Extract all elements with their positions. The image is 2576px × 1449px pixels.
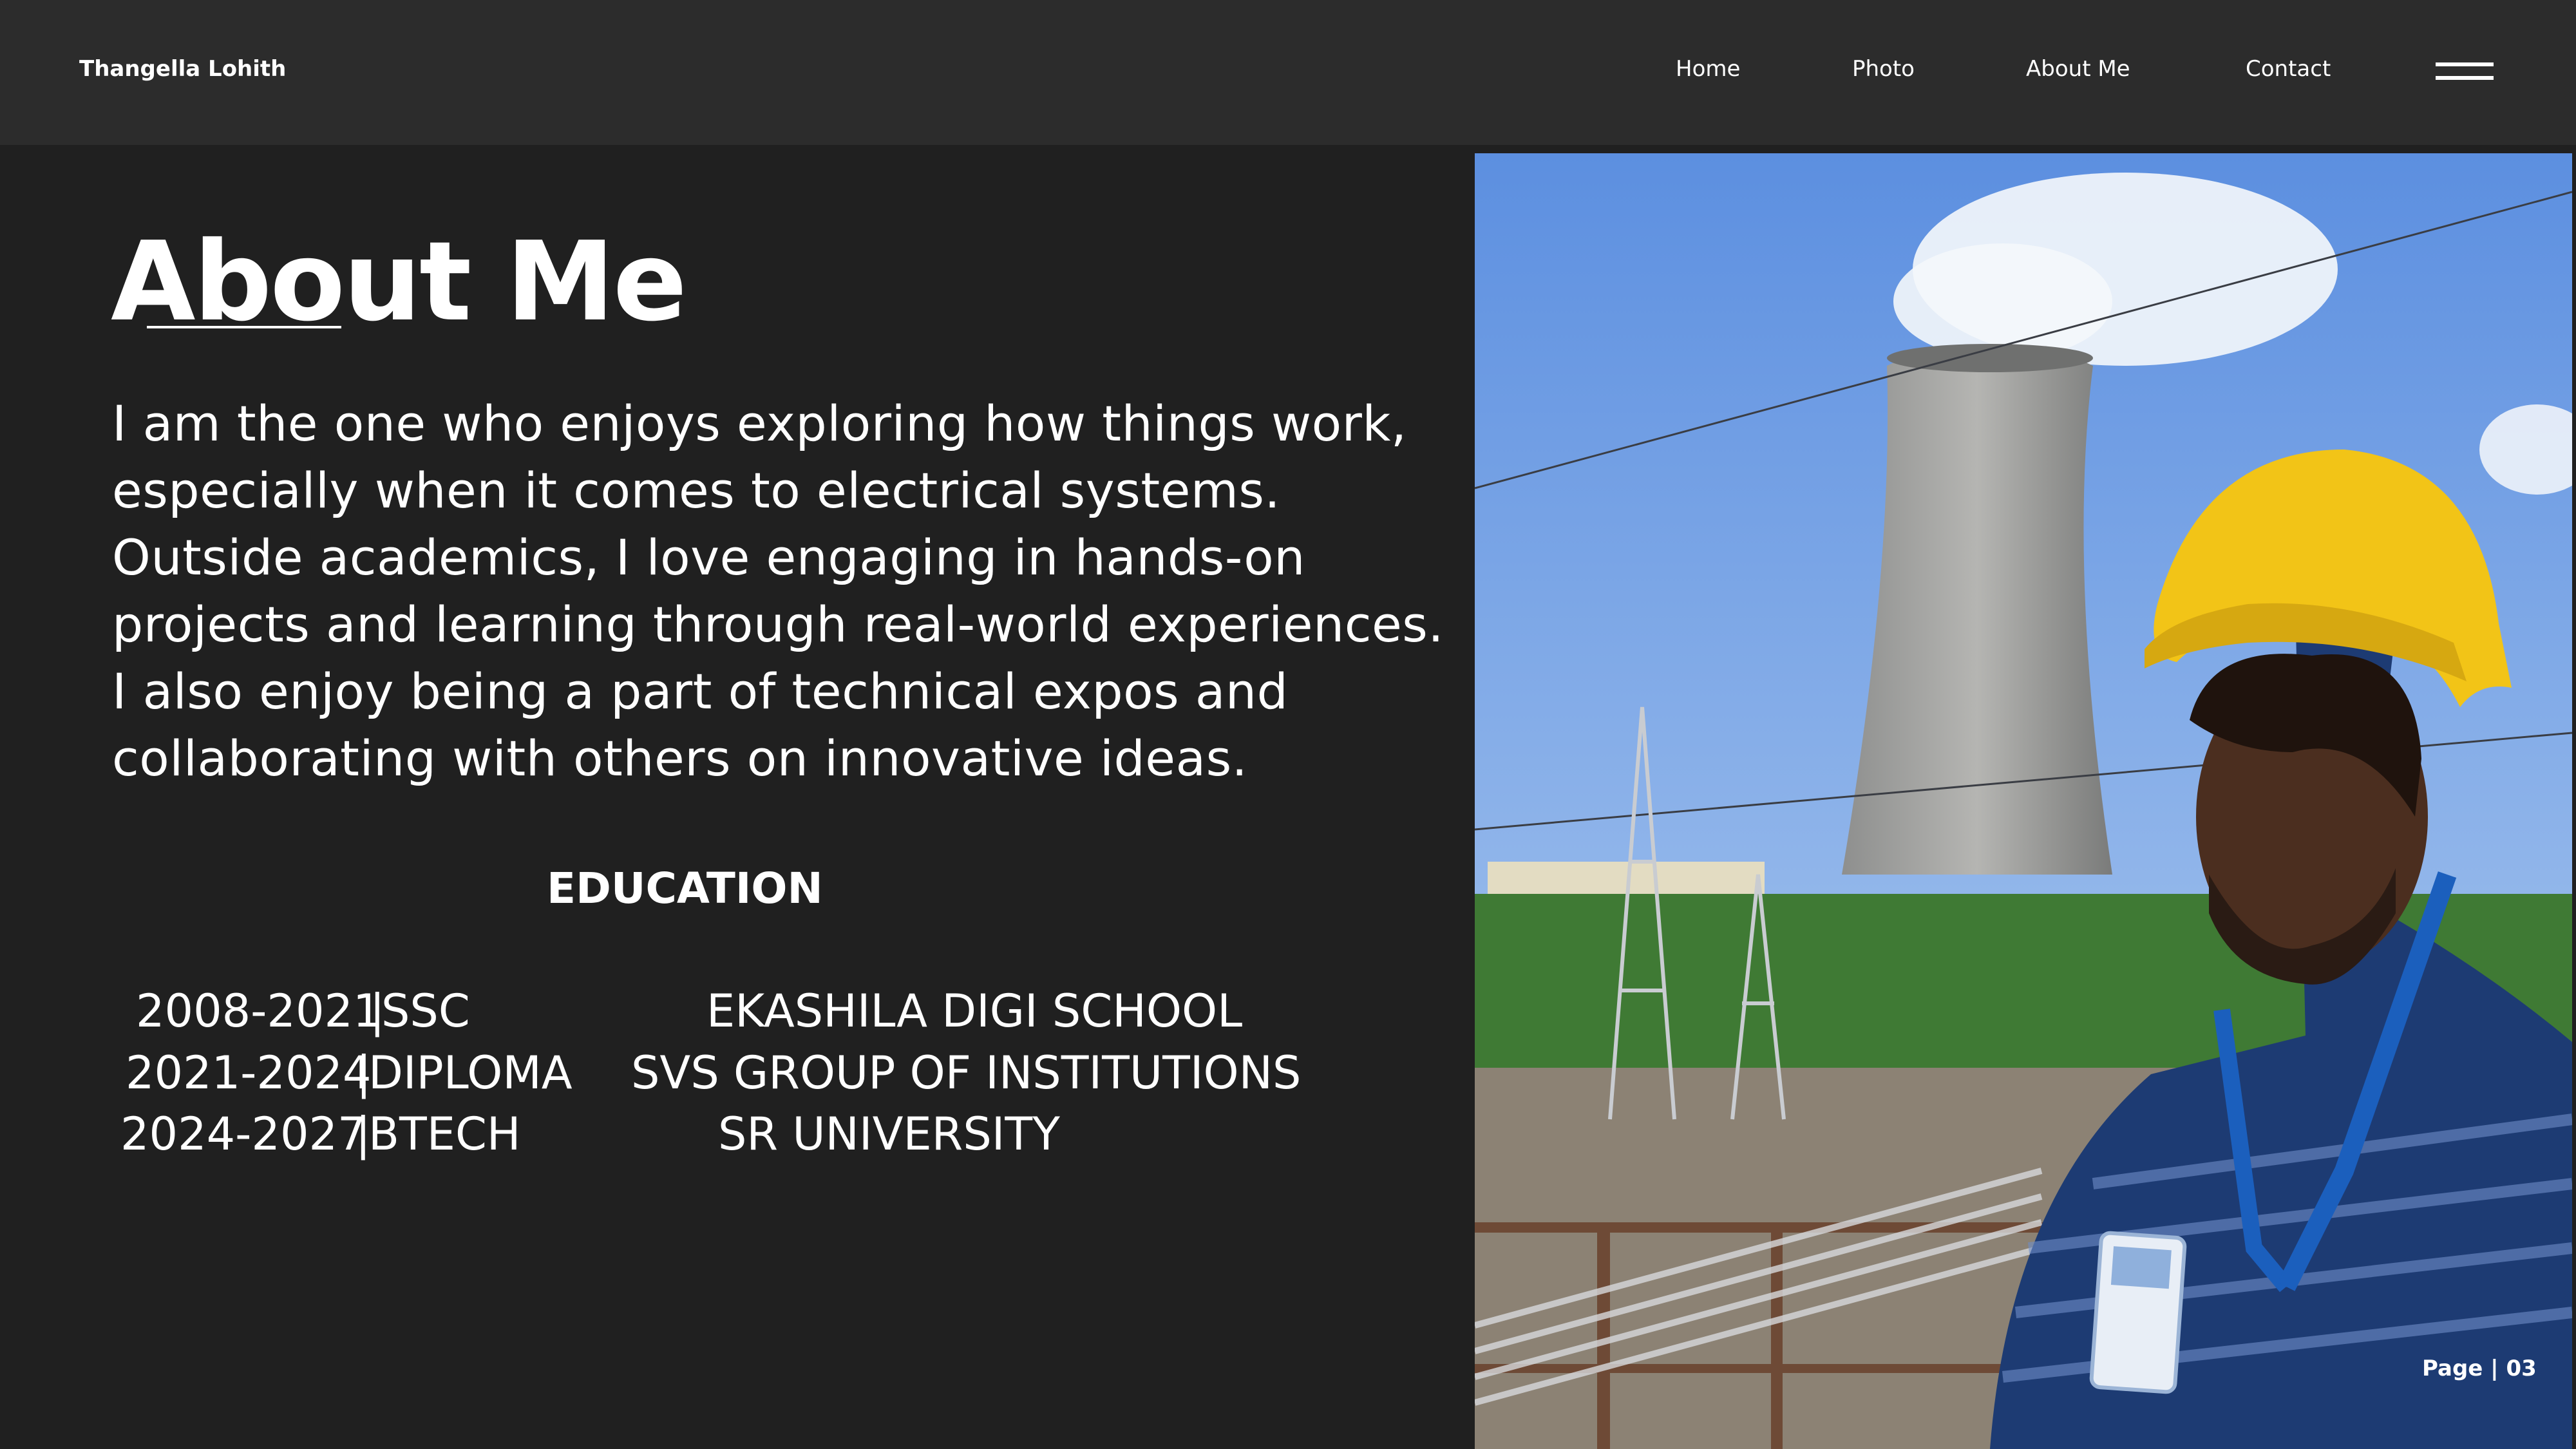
profile-photo-illustration — [1475, 153, 2572, 1449]
education-years: 2008-2021 — [136, 985, 382, 1037]
site-brand[interactable]: Thangella Lohith — [79, 56, 286, 82]
education-level: SSC — [381, 985, 470, 1037]
education-institution: SVS GROUP OF INSTITUTIONS — [631, 1046, 1302, 1099]
education-institution: SR UNIVERSITY — [718, 1108, 1060, 1160]
nav-home[interactable]: Home — [1676, 56, 1740, 82]
top-navigation-bar: Thangella Lohith Home Photo About Me Con… — [0, 0, 2576, 145]
profile-photo — [1475, 153, 2572, 1449]
hamburger-menu-icon[interactable] — [2436, 62, 2494, 82]
title-underline — [147, 326, 341, 328]
nav-contact[interactable]: Contact — [2246, 56, 2331, 82]
about-bio: I am the one who enjoys exploring how th… — [112, 395, 1444, 787]
nav-photo[interactable]: Photo — [1852, 56, 1915, 82]
education-level: BTECH — [368, 1108, 521, 1160]
education-level: DIPLOMA — [368, 1046, 573, 1099]
page-number: Page | 03 — [2422, 1356, 2537, 1381]
nav-about-me[interactable]: About Me — [2026, 56, 2130, 82]
education-institution: EKASHILA DIGI SCHOOL — [706, 985, 1243, 1037]
education-years: 2024-2027 — [120, 1108, 366, 1160]
education-heading: EDUCATION — [547, 864, 823, 913]
education-years: 2021-2024 — [126, 1046, 372, 1099]
